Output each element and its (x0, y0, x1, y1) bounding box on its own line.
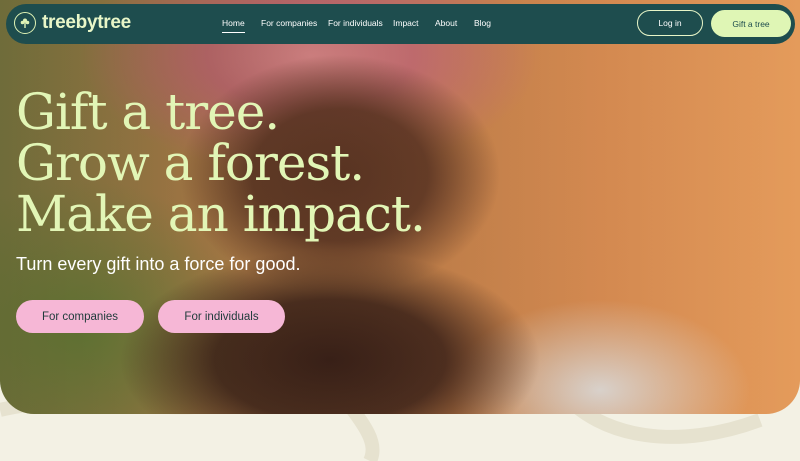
hero-section: Gift a tree. Grow a forest. Make an impa… (0, 0, 800, 414)
hero-subheadline: Turn every gift into a force for good. (16, 254, 301, 274)
brand-name: treebytree (42, 12, 131, 33)
for-individuals-button[interactable]: For individuals (158, 300, 285, 333)
headline-line-2: Grow a forest. (16, 134, 365, 192)
gift-a-tree-button[interactable]: Gift a tree (711, 10, 791, 37)
nav-blog[interactable]: Blog (474, 18, 491, 28)
login-button[interactable]: Log in (637, 10, 703, 36)
headline-line-1: Gift a tree. (16, 83, 280, 141)
hero-headline: Gift a tree. Grow a forest. Make an impa… (16, 83, 426, 243)
headline-line-3: Make an impact. (16, 185, 426, 243)
nav-impact[interactable]: Impact (393, 18, 419, 28)
for-companies-button[interactable]: For companies (16, 300, 144, 333)
tree-logo-icon (14, 12, 36, 34)
top-navigation: treebytree Home For companies For indivi… (6, 4, 795, 44)
nav-for-individuals[interactable]: For individuals (328, 18, 383, 28)
nav-about[interactable]: About (435, 18, 457, 28)
nav-for-companies[interactable]: For companies (261, 18, 317, 28)
nav-home[interactable]: Home (222, 18, 245, 33)
logo[interactable]: treebytree (14, 12, 131, 34)
